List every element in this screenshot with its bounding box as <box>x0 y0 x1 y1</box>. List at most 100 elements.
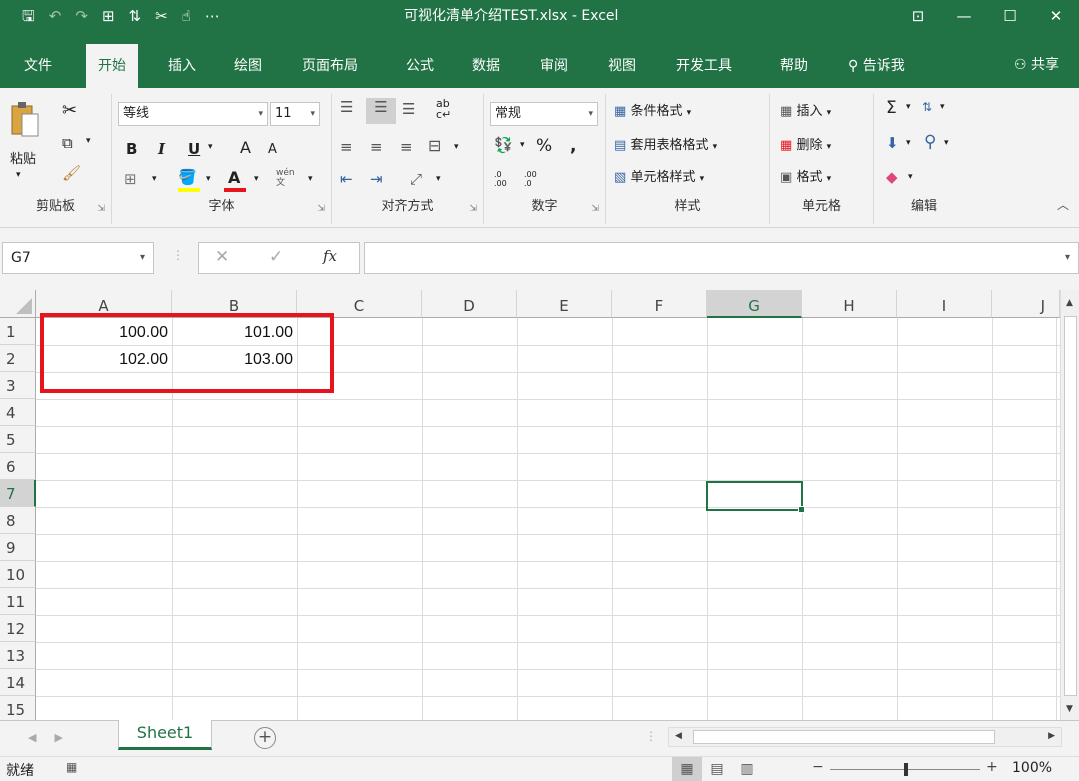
cut-icon[interactable]: ✂ <box>62 100 77 121</box>
sort-filter-icon[interactable]: ⇅ <box>922 100 932 114</box>
scroll-left-icon[interactable]: ◀ <box>675 731 682 741</box>
row-header-2[interactable]: 2 <box>0 345 36 372</box>
customize-qat-icon[interactable]: ⋯ <box>205 0 220 32</box>
next-sheet-icon[interactable]: ▶ <box>54 731 80 744</box>
row-header-5[interactable]: 5 <box>0 426 36 453</box>
borders-dropdown-icon[interactable]: ▾ <box>152 174 157 184</box>
orientation-dropdown-icon[interactable]: ▾ <box>436 174 441 184</box>
number-format-select[interactable]: 常规 ▾ <box>490 102 598 126</box>
fill-dropdown-icon[interactable]: ▾ <box>906 138 911 148</box>
share-button[interactable]: ⚇ 共享 <box>1014 54 1059 74</box>
autosum-dropdown-icon[interactable]: ▾ <box>906 102 911 112</box>
active-cell-g7[interactable] <box>706 481 805 513</box>
italic-button[interactable]: I <box>158 140 165 158</box>
row-header-3[interactable]: 3 <box>0 372 36 399</box>
decrease-decimal-button[interactable]: .00 .0 <box>524 170 544 188</box>
scroll-up-icon[interactable]: ▲ <box>1066 298 1073 308</box>
tab-help[interactable]: 帮助 <box>780 54 808 78</box>
paste-dropdown-icon[interactable]: ▾ <box>16 170 21 180</box>
bottom-align-icon[interactable]: ☰ <box>402 100 415 118</box>
column-header-j[interactable]: J <box>992 290 1060 318</box>
collapse-ribbon-icon[interactable]: ︿ <box>1057 196 1069 213</box>
tell-me-search[interactable]: ⚲ 告诉我 <box>848 54 905 78</box>
macro-recording-icon[interactable]: ▦ <box>66 760 77 774</box>
zoom-in-button[interactable]: + <box>986 759 998 775</box>
wrap-text-icon[interactable]: ab c↵ <box>436 98 451 120</box>
find-select-dropdown-icon[interactable]: ▾ <box>944 138 949 148</box>
merge-center-icon[interactable]: ⊟ <box>428 136 441 155</box>
increase-decimal-button[interactable]: .0 .00 <box>494 170 514 188</box>
row-header-1[interactable]: 1 <box>0 318 36 345</box>
touch-mode-icon[interactable]: ☝ <box>182 0 191 32</box>
zoom-level[interactable]: 100% <box>1012 760 1052 776</box>
name-box[interactable]: G7 ▾ <box>2 242 154 274</box>
maximize-button[interactable]: ☐ <box>987 0 1033 32</box>
tab-formulas[interactable]: 公式 <box>406 54 434 78</box>
format-as-table-button[interactable]: ▤ 套用表格格式 ▾ <box>614 134 717 153</box>
merge-dropdown-icon[interactable]: ▾ <box>454 142 459 152</box>
delete-cells-button[interactable]: ▦ 删除 ▾ <box>780 134 831 153</box>
tool-icon[interactable]: ✂ <box>155 0 168 32</box>
orientation-icon[interactable]: ⤢ <box>410 170 422 188</box>
tab-review[interactable]: 审阅 <box>540 54 568 78</box>
add-sheet-icon[interactable]: + <box>254 727 276 749</box>
tab-data[interactable]: 数据 <box>472 54 500 78</box>
column-header-d[interactable]: D <box>422 290 517 318</box>
copy-dropdown-icon[interactable]: ▾ <box>86 136 91 146</box>
row-header-8[interactable]: 8 <box>0 507 36 534</box>
bold-button[interactable]: B <box>126 140 137 158</box>
normal-view-icon[interactable]: ▦ <box>672 757 702 781</box>
comma-style-button[interactable]: , <box>570 136 576 156</box>
fill-color-dropdown-icon[interactable]: ▾ <box>206 174 211 184</box>
tab-view[interactable]: 视图 <box>608 54 636 78</box>
page-layout-view-icon[interactable]: ▤ <box>702 757 732 781</box>
format-cells-button[interactable]: ▣ 格式 ▾ <box>780 166 831 185</box>
column-header-h[interactable]: H <box>802 290 897 318</box>
phonetic-guide-icon[interactable]: wén 文 <box>276 168 295 188</box>
font-size-select[interactable]: 11 ▾ <box>270 102 320 126</box>
row-header-14[interactable]: 14 <box>0 669 36 696</box>
sort-icon[interactable]: ⇅ <box>129 0 142 32</box>
font-color-dropdown-icon[interactable]: ▾ <box>254 174 259 184</box>
increase-indent-icon[interactable]: ⇥ <box>370 170 383 188</box>
cell-styles-button[interactable]: ▧ 单元格样式 ▾ <box>614 166 704 185</box>
percent-style-button[interactable]: % <box>536 136 552 156</box>
insert-function-button[interactable]: fx <box>323 247 337 265</box>
form-icon[interactable]: ⊞ <box>102 0 115 32</box>
paste-icon[interactable] <box>10 100 40 140</box>
alignment-launcher-icon[interactable]: ⇲ <box>469 204 477 214</box>
save-icon[interactable]: 🖫 <box>22 0 35 32</box>
clear-icon[interactable]: ◆ <box>886 168 898 186</box>
close-button[interactable]: ✕ <box>1033 0 1079 32</box>
find-select-icon[interactable]: ⚲ <box>924 132 936 152</box>
minimize-button[interactable]: — <box>941 0 987 32</box>
shrink-font-button[interactable]: A <box>268 142 277 157</box>
row-header-12[interactable]: 12 <box>0 615 36 642</box>
format-painter-icon[interactable]: 🖌 <box>62 164 81 182</box>
accounting-dropdown-icon[interactable]: ▾ <box>520 140 525 150</box>
vertical-scroll-thumb[interactable] <box>1064 316 1077 696</box>
scroll-right-icon[interactable]: ▶ <box>1048 731 1055 741</box>
column-header-i[interactable]: I <box>897 290 992 318</box>
decrease-indent-icon[interactable]: ⇤ <box>340 170 353 188</box>
phonetic-dropdown-icon[interactable]: ▾ <box>308 174 313 184</box>
tab-developer[interactable]: 开发工具 <box>676 54 732 78</box>
row-header-9[interactable]: 9 <box>0 534 36 561</box>
fill-color-icon[interactable]: 🪣 <box>178 168 197 186</box>
tab-home[interactable]: 开始 <box>86 44 138 88</box>
accounting-format-icon[interactable]: 💱 <box>494 136 513 154</box>
tab-page-layout[interactable]: 页面布局 <box>302 54 358 78</box>
grow-font-button[interactable]: A <box>240 138 251 157</box>
autosum-button[interactable]: Σ <box>886 98 897 118</box>
insert-cells-button[interactable]: ▦ 插入 ▾ <box>780 100 831 119</box>
tab-draw[interactable]: 绘图 <box>234 54 262 78</box>
tab-split-handle-icon[interactable]: ⋮ <box>645 729 657 743</box>
conditional-formatting-button[interactable]: ▦ 条件格式 ▾ <box>614 100 691 119</box>
zoom-slider-thumb[interactable] <box>904 763 908 776</box>
align-left-icon[interactable]: ≡ <box>340 138 353 156</box>
clear-dropdown-icon[interactable]: ▾ <box>908 172 913 182</box>
underline-dropdown-icon[interactable]: ▾ <box>208 142 213 152</box>
zoom-out-button[interactable]: − <box>812 759 824 775</box>
row-header-4[interactable]: 4 <box>0 399 36 426</box>
align-right-icon[interactable]: ≡ <box>400 138 413 156</box>
